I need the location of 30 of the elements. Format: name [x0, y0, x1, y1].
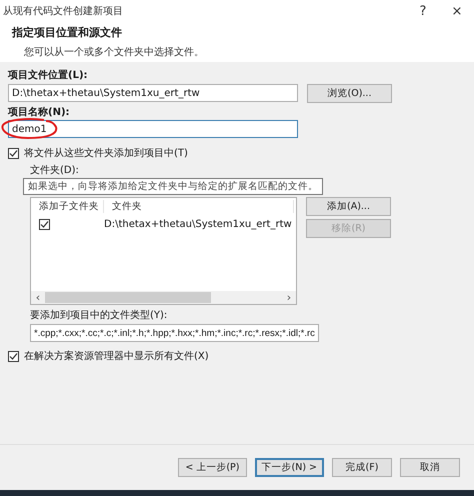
name-field[interactable]: demo1 — [8, 120, 298, 138]
scroll-right-arrow[interactable]: › — [282, 291, 296, 304]
field-label: 要添加到项目中的文件类型(Y): — [30, 309, 168, 322]
wizard-button[interactable]: < 上一步(P) — [178, 458, 246, 477]
file-types-field[interactable]: *.cpp;*.cxx;*.cc;*.c;*.inl;*.h;*.hpp;*.hxx;*.hm;*.inc;*.rc;*.resx;*.idl;*.rc — [30, 324, 319, 342]
checkbox-label: 将文件从这些文件夹添加到项目中(T) — [24, 147, 188, 160]
checkbox[interactable] — [8, 351, 19, 362]
browse-button[interactable]: 浏览(O)... — [307, 84, 392, 103]
field-label: 项目文件位置(L): — [8, 69, 89, 82]
window-title: 从现有代码文件创建新项目 — [3, 4, 124, 18]
scrollbar-thumb[interactable] — [45, 292, 211, 303]
add-button[interactable]: 添加(A)... — [306, 197, 391, 216]
field-label: 项目名称(N): — [8, 106, 71, 119]
wizard-button[interactable]: 取消 — [400, 458, 460, 477]
checkbox-label: 在解决方案资源管理器中显示所有文件(X) — [24, 350, 209, 363]
column-header[interactable]: 添加子文件夹 — [31, 200, 104, 212]
page-heading: 指定项目位置和源文件 — [12, 25, 123, 40]
scroll-left-arrow[interactable]: ‹ — [31, 291, 45, 304]
wizard-button[interactable]: 完成(F) — [332, 458, 392, 477]
field-label: 文件夹(D): — [30, 164, 80, 177]
close-button[interactable]: × — [440, 0, 474, 22]
wizard-button[interactable]: 下一步(N) > — [254, 458, 324, 477]
column-header[interactable]: 文件夹 — [104, 200, 294, 212]
checkbox[interactable] — [8, 148, 19, 159]
help-button[interactable]: ? — [406, 0, 440, 22]
folder-path: D:\thetax+thetau\System1xu_ert_rtw — [104, 218, 292, 230]
page-description: 您可以从一个或多个文件夹中选择文件。 — [23, 46, 205, 59]
checkbox[interactable] — [39, 218, 50, 230]
tooltip: 如果选中，向导将添加给定文件夹中与给定的扩展名匹配的文件。 — [23, 178, 323, 195]
location-field[interactable]: D:\thetax+thetau\System1xu_ert_rtw — [8, 84, 298, 102]
